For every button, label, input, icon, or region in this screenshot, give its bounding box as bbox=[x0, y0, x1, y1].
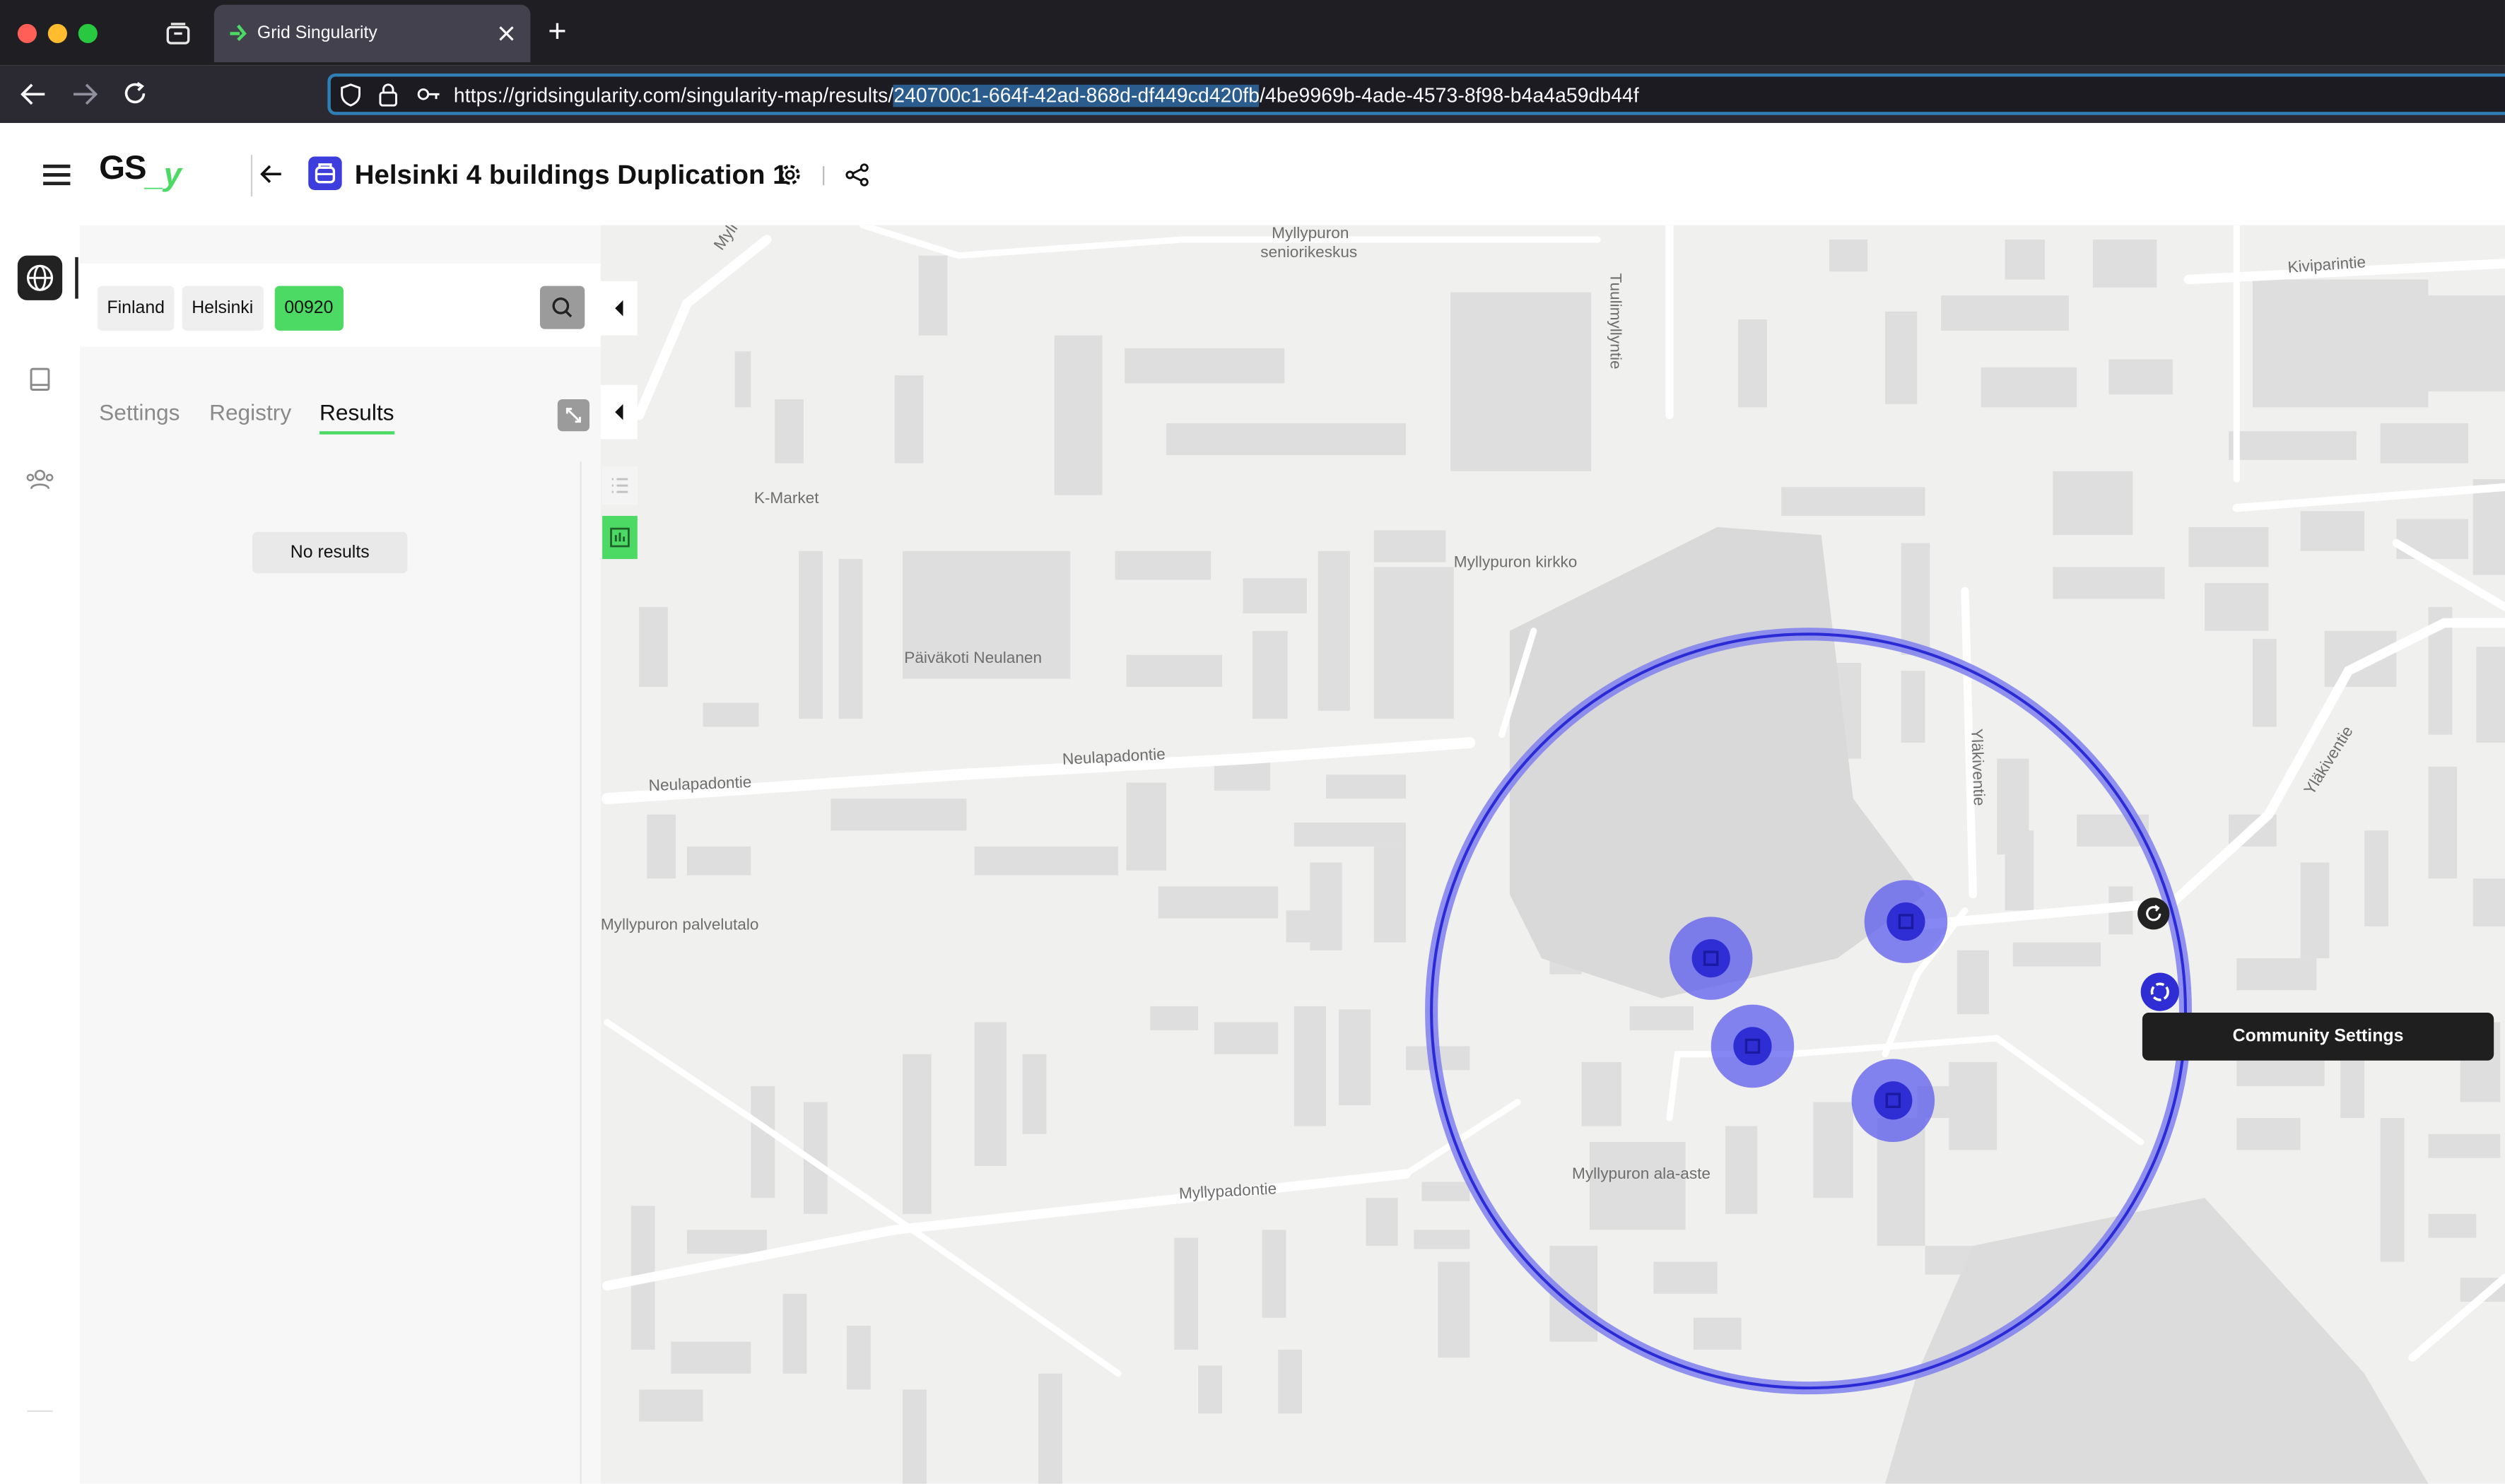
no-results-message: No results bbox=[252, 531, 408, 574]
project-icon bbox=[308, 156, 342, 190]
map-base-layer bbox=[601, 225, 2505, 1484]
header-divider-small bbox=[823, 166, 825, 186]
expand-icon bbox=[565, 408, 581, 423]
settings-gear-icon[interactable] bbox=[778, 163, 802, 187]
tab-registry[interactable]: Registry bbox=[209, 399, 291, 425]
address-bar[interactable]: https://gridsingularity.com/singularity-… bbox=[327, 73, 2505, 115]
tab-settings[interactable]: Settings bbox=[99, 399, 180, 425]
menu-icon[interactable] bbox=[43, 164, 71, 186]
back-arrow-icon[interactable] bbox=[260, 165, 283, 184]
bar-chart-icon bbox=[610, 527, 630, 548]
browser-tab-bar: Grid Singularity + bbox=[0, 0, 2505, 66]
share-icon[interactable] bbox=[845, 163, 869, 187]
community-edit-handle[interactable] bbox=[2137, 897, 2170, 930]
close-tab-icon[interactable] bbox=[498, 25, 515, 42]
url-highlight: 240700c1-664f-42ad-868d-df449cd420fb bbox=[893, 84, 1260, 107]
community-settings-tooltip: Community Settings bbox=[2142, 1012, 2494, 1061]
maximize-window-button[interactable] bbox=[78, 23, 98, 44]
panel-scrollbar[interactable] bbox=[580, 461, 582, 1484]
map-label-paivakoti: Päiväkoti Neulanen bbox=[904, 649, 1043, 668]
browser-tab[interactable]: Grid Singularity bbox=[213, 4, 531, 63]
map-label-myllypuron-1: Myllypuron bbox=[1272, 225, 1349, 243]
key-icon[interactable] bbox=[417, 86, 441, 102]
library-book-icon[interactable] bbox=[29, 367, 52, 391]
map-label-ala-aste: Myllypuron ala-aste bbox=[1572, 1165, 1711, 1184]
results-chart-button[interactable] bbox=[602, 516, 638, 560]
reload-icon[interactable] bbox=[123, 81, 147, 105]
lock-icon[interactable] bbox=[379, 83, 398, 107]
map-label-k-market: K-Market bbox=[753, 490, 819, 508]
map-label-kirkko: Myllypuron kirkko bbox=[1453, 554, 1578, 572]
refresh-icon bbox=[2146, 905, 2161, 921]
new-tab-button[interactable]: + bbox=[548, 14, 566, 51]
map-label-ylakiventie: Yläkiventie bbox=[1966, 728, 1987, 806]
location-search-button[interactable] bbox=[539, 285, 585, 329]
header-divider bbox=[250, 155, 253, 197]
map-label-neulapadontie-left: Neulapadontie bbox=[648, 774, 752, 796]
expand-panel-button[interactable] bbox=[557, 399, 590, 432]
project-title: Helsinki 4 buildings Duplication 1 bbox=[354, 160, 788, 190]
forward-icon[interactable] bbox=[72, 83, 98, 106]
list-icon bbox=[611, 478, 628, 493]
community-settings-button[interactable] bbox=[2140, 972, 2179, 1011]
logo[interactable]: GS_y bbox=[99, 150, 182, 193]
community-users-icon[interactable] bbox=[25, 468, 54, 490]
map-label-seniorikeskus: seniorikeskus bbox=[1260, 244, 1358, 262]
tab-title: Grid Singularity bbox=[257, 23, 377, 44]
location-chip-postcode[interactable]: 00920 bbox=[274, 285, 344, 331]
map-canvas[interactable]: Myllypuron seniorikeskus Tuulimyllyntie … bbox=[600, 225, 2505, 1484]
tab-overview-icon[interactable] bbox=[166, 23, 190, 45]
location-chip-country[interactable]: Finland bbox=[97, 285, 175, 331]
tab-results[interactable]: Results bbox=[319, 399, 394, 425]
caret-left-icon bbox=[615, 404, 623, 420]
community-settings-icon bbox=[2150, 982, 2169, 1001]
close-window-button[interactable] bbox=[17, 23, 37, 44]
collapse-panel-button[interactable] bbox=[600, 384, 638, 440]
collapse-location-button[interactable] bbox=[600, 281, 638, 336]
logo-mark: _y bbox=[146, 158, 182, 194]
browser-nav-bar: https://gridsingularity.com/singularity-… bbox=[0, 65, 2505, 124]
url-suffix: /4be9969b-4ade-4573-8f98-b4a4a59db44f bbox=[1260, 84, 1639, 107]
url-prefix: https://gridsingularity.com/singularity-… bbox=[453, 84, 894, 107]
map-label-palvelutalo: Myllypuron palvelutalo bbox=[600, 917, 759, 935]
globe-icon bbox=[26, 264, 54, 291]
caret-left-icon bbox=[615, 300, 623, 317]
active-tab-underline bbox=[319, 431, 395, 435]
location-chip-city[interactable]: Helsinki bbox=[182, 285, 263, 331]
side-panel: Finland Helsinki 00920 Settings Registry… bbox=[80, 225, 601, 1484]
left-rail bbox=[0, 225, 81, 1484]
map-view-button[interactable] bbox=[17, 255, 63, 300]
app-header: GS_y Helsinki 4 buildings Duplication 1 bbox=[0, 123, 2505, 225]
url-text: https://gridsingularity.com/singularity-… bbox=[453, 84, 1639, 107]
logo-text: GS bbox=[99, 150, 146, 187]
favicon-icon bbox=[230, 24, 247, 42]
map-label-tuulimyllyntie: Tuulimyllyntie bbox=[1605, 273, 1624, 370]
minimize-window-button[interactable] bbox=[47, 23, 67, 44]
list-view-button[interactable] bbox=[602, 466, 638, 505]
active-indicator bbox=[75, 257, 78, 299]
rail-divider bbox=[27, 1410, 53, 1413]
search-icon bbox=[552, 297, 573, 318]
back-icon[interactable] bbox=[20, 83, 46, 106]
shield-icon[interactable] bbox=[340, 83, 361, 107]
